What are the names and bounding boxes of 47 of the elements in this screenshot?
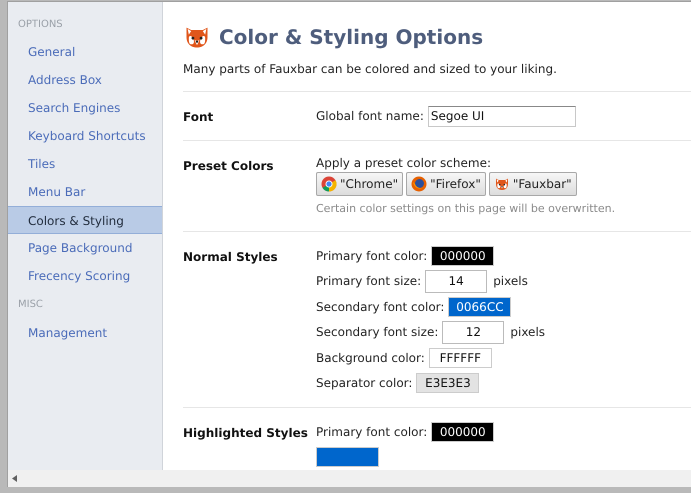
preset-button[interactable]: "Firefox" — [406, 172, 486, 196]
note-text: Certain color settings on this page will be overwritten. — [316, 201, 616, 217]
field-label: Primary font color: — [316, 424, 428, 440]
field-label: Background color: — [316, 350, 425, 366]
color-field[interactable]: 000000 — [431, 246, 494, 266]
preset-button[interactable]: "Fauxbar" — [488, 172, 577, 196]
browser-icon — [411, 176, 428, 192]
sidebar-item[interactable]: Management — [8, 319, 162, 347]
sidebar-item[interactable]: Colors & Styling — [8, 206, 162, 234]
sidebar-item[interactable]: Page Background — [8, 234, 162, 262]
section-title: Preset Colors — [183, 158, 275, 175]
color-field[interactable]: 000000 — [431, 422, 494, 442]
field-label: Secondary font size: — [316, 324, 438, 341]
field-label: Apply a preset color scheme: — [316, 155, 492, 172]
scroll-left-icon[interactable] — [12, 475, 17, 482]
animal-face-icon — [494, 176, 510, 192]
preset-button[interactable]: "Chrome" — [316, 172, 404, 196]
color-field[interactable]: 0066CC — [448, 296, 512, 316]
number-field[interactable]: 14 — [425, 270, 488, 292]
color-field[interactable]: FFFFFF — [428, 348, 492, 368]
field-label: Separator color: — [316, 374, 412, 392]
horizontal-scrollbar[interactable] — [8, 470, 691, 487]
sidebar-item[interactable]: Search Engines — [8, 94, 162, 122]
section-heading: MISC — [17, 298, 44, 312]
section-heading: OPTIONS — [17, 18, 64, 32]
sidebar-item[interactable]: Keyboard Shortcuts — [8, 122, 162, 150]
field-label: Primary font color: — [316, 248, 428, 264]
description: Many parts of Fauxbar can be colored and sized to your liking. — [183, 61, 558, 78]
field-label: Global font name: — [316, 108, 424, 125]
number-field[interactable]: 12 — [442, 320, 504, 344]
page-title: Color & Styling Options — [219, 24, 484, 51]
unit-label: pixels — [493, 273, 528, 290]
field-label: Secondary font color: — [316, 298, 444, 316]
color-field[interactable]: E3E3E3 — [416, 372, 480, 392]
color-field[interactable] — [316, 446, 379, 466]
unit-label: pixels — [510, 324, 546, 341]
sidebar-item[interactable]: Tiles — [8, 150, 162, 178]
sidebar-item[interactable]: Menu Bar — [8, 178, 162, 206]
section-title: Highlighted Styles — [183, 424, 309, 442]
field-label: Primary font size: — [316, 273, 422, 290]
sidebar-item[interactable]: Address Box — [8, 66, 162, 94]
sidebar-item[interactable]: Frecency Scoring — [8, 262, 162, 290]
section-title: Font — [183, 109, 214, 126]
section-title: Normal Styles — [183, 248, 279, 266]
browser-icon — [321, 176, 337, 192]
sidebar-item[interactable]: General — [8, 38, 162, 66]
text-field[interactable]: Segoe UI — [428, 106, 576, 126]
